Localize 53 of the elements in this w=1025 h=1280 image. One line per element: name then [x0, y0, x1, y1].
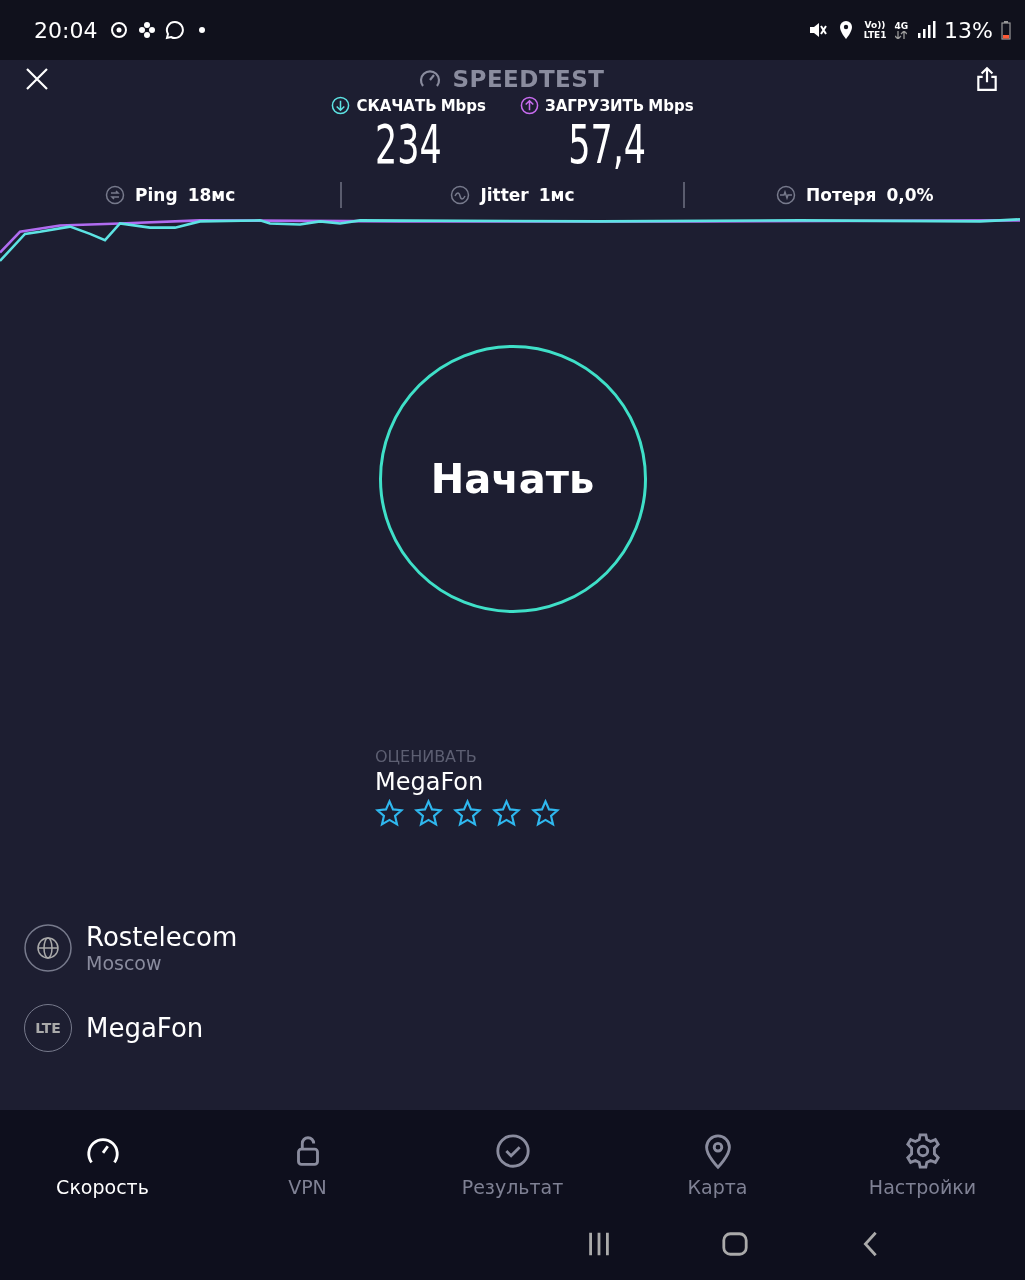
stat-label: Ping [135, 185, 178, 205]
home-icon[interactable] [721, 1230, 749, 1258]
rating-prompt[interactable]: ОЦЕНИВАТЬ [375, 747, 477, 766]
notification-icon [109, 20, 130, 40]
lte-label: LTE1 [863, 30, 887, 40]
ping-icon [105, 185, 126, 205]
battery-icon [1001, 20, 1011, 40]
stat-value: 0,0% [886, 185, 934, 205]
metric-value: 234 [375, 115, 443, 175]
battery-level: 13% [944, 17, 993, 43]
connection-name[interactable]: Rostelecom [86, 922, 238, 952]
nav-tab[interactable]: Результат [410, 1132, 615, 1198]
download-icon [331, 96, 351, 115]
status-time: 20:04 [34, 17, 98, 43]
volte-label: Vo)) [864, 20, 886, 30]
stat-label: Потеря [806, 185, 877, 205]
fan-icon [137, 20, 158, 40]
star-icon[interactable] [453, 799, 482, 828]
start-button[interactable]: Начать [378, 345, 647, 613]
metric-label: ЗАГРУЗИТЬ [545, 96, 645, 115]
connection-name[interactable]: MegaFon [86, 1013, 204, 1043]
star-icon[interactable] [375, 799, 404, 828]
app-title: SPEEDTEST [452, 66, 605, 92]
metric-unit: Mbps [648, 96, 694, 115]
metric-label: СКАЧАТЬ [356, 96, 437, 115]
share-icon[interactable] [974, 66, 1000, 92]
stat-value: 18мс [187, 185, 236, 205]
nav-tab[interactable]: Скорость [0, 1132, 205, 1198]
metric-unit: Mbps [440, 96, 486, 115]
pulse-icon [776, 185, 797, 205]
chat-icon [165, 20, 186, 40]
star-icon[interactable] [414, 799, 443, 828]
signal-icon [916, 20, 937, 40]
star-icon[interactable] [492, 799, 521, 828]
wave-icon [450, 185, 471, 205]
star-icon[interactable] [531, 799, 560, 828]
settings-icon [903, 1132, 942, 1170]
stat-value: 1мс [538, 185, 575, 205]
nav-tab[interactable]: VPN [205, 1132, 410, 1198]
upload-icon [520, 96, 539, 115]
dot-icon [199, 27, 206, 33]
close-icon[interactable] [25, 67, 49, 91]
metric-value: 57,4 [567, 115, 646, 175]
provider-name: MegaFon [375, 768, 484, 796]
globe-icon [24, 924, 72, 972]
network-label: 4G [894, 21, 909, 31]
nav-tab[interactable]: Карта [615, 1132, 820, 1198]
mute-icon [807, 20, 828, 40]
connection-location: Moscow [86, 952, 163, 974]
check-circle-icon [493, 1132, 532, 1170]
stat-label: Jitter [480, 185, 529, 205]
data-arrows-icon [895, 31, 908, 39]
nav-tab[interactable]: Настройки [820, 1132, 1025, 1198]
